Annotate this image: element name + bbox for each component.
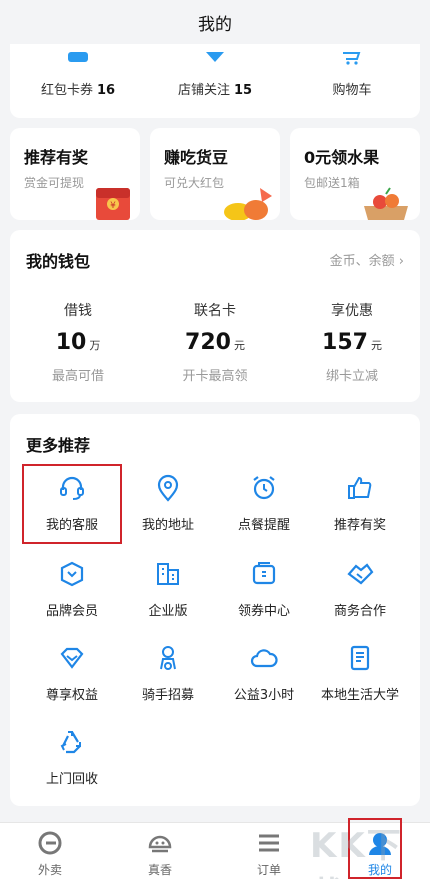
more-title: 更多推荐 — [26, 436, 91, 455]
wallet-icon — [68, 52, 88, 62]
promo-card-beans[interactable]: 赚吃货豆 可兑大红包 — [150, 128, 280, 220]
rider-icon — [160, 646, 176, 670]
building-icon — [157, 563, 179, 585]
wallet-loan[interactable]: 借钱 10 万 最高可借 — [10, 300, 146, 384]
cart-icon — [343, 52, 361, 65]
rice-bowl-icon — [148, 835, 172, 853]
watermark: KK下载 — [310, 826, 403, 879]
grid-item-rider-recruit[interactable]: 骑手招募 — [120, 636, 216, 712]
grid-item-charity[interactable]: 公益3小时 — [216, 636, 312, 712]
grid-item-meal-reminder[interactable]: 点餐提醒 — [216, 466, 312, 542]
grid-item-recycle[interactable]: 上门回收 — [24, 720, 120, 796]
svg-text:¥: ¥ — [110, 201, 116, 211]
recycle-icon — [60, 731, 81, 754]
nav-orders[interactable]: 订单 — [229, 823, 309, 879]
beans-icon — [224, 188, 272, 220]
coupons-stat[interactable]: 红包卡券 16 — [10, 44, 146, 118]
grid-item-coupon-center[interactable]: 领券中心 — [216, 552, 312, 628]
fruit-box-icon — [364, 187, 408, 220]
grid-item-customer-service[interactable]: 我的客服 — [22, 464, 122, 544]
nav-takeout[interactable]: 外卖 — [10, 823, 90, 879]
nav-zhenxiang[interactable]: 真香 — [120, 823, 200, 879]
red-envelope-icon: ¥ — [96, 188, 130, 220]
heart-icon — [206, 52, 224, 62]
thumbs-up-icon — [348, 476, 372, 499]
grid-item-address[interactable]: 我的地址 — [120, 466, 216, 542]
shop-follow-stat[interactable]: 店铺关注 15 — [147, 44, 283, 118]
wallet-discount[interactable]: 享优惠 157 元 绑卡立减 — [284, 300, 420, 384]
takeout-icon — [38, 831, 62, 855]
location-pin-icon — [157, 474, 179, 502]
wallet-card: 我的钱包 金币、余额 › 借钱 10 万 最高可借 联名卡 720 元 开卡最高领 … — [10, 230, 420, 402]
grid-item-referral[interactable]: 推荐有奖 — [312, 466, 408, 542]
wallet-title: 我的钱包 — [26, 252, 91, 271]
headset-icon — [60, 476, 84, 500]
coupon-icon — [252, 562, 276, 585]
grid-item-business[interactable]: 商务合作 — [312, 552, 408, 628]
cart-stat[interactable]: 购物车 — [284, 44, 420, 118]
diamond-icon — [60, 647, 84, 669]
handshake-icon — [347, 563, 374, 585]
wallet-cobrand-card[interactable]: 联名卡 720 元 开卡最高领 — [147, 300, 283, 384]
page-title: 我的 — [198, 14, 232, 35]
alarm-clock-icon — [253, 476, 275, 500]
promo-card-fruit[interactable]: 0元领水果 包邮送1箱 — [290, 128, 420, 220]
book-icon — [350, 645, 370, 671]
stats-card: 红包卡券 16 店铺关注 15 购物车 — [10, 44, 420, 118]
grid-item-brand-member[interactable]: 品牌会员 — [24, 552, 120, 628]
grid-item-enterprise[interactable]: 企业版 — [120, 552, 216, 628]
shield-badge-icon — [60, 561, 84, 587]
grid-item-local-university[interactable]: 本地生活大学 — [312, 636, 408, 712]
order-list-icon — [259, 834, 279, 852]
promo-card-referral[interactable]: 推荐有奖 赏金可提现 ¥ — [10, 128, 140, 220]
grid-item-privileges[interactable]: 尊享权益 — [24, 636, 120, 712]
wallet-link[interactable]: 金币、余额 › — [330, 250, 404, 269]
cloud-icon — [250, 649, 278, 668]
more-recommend-card: 更多推荐 我的客服 我的地址 点餐提醒 推荐有奖 品牌会员 企业版 领券中心 商… — [10, 414, 420, 806]
